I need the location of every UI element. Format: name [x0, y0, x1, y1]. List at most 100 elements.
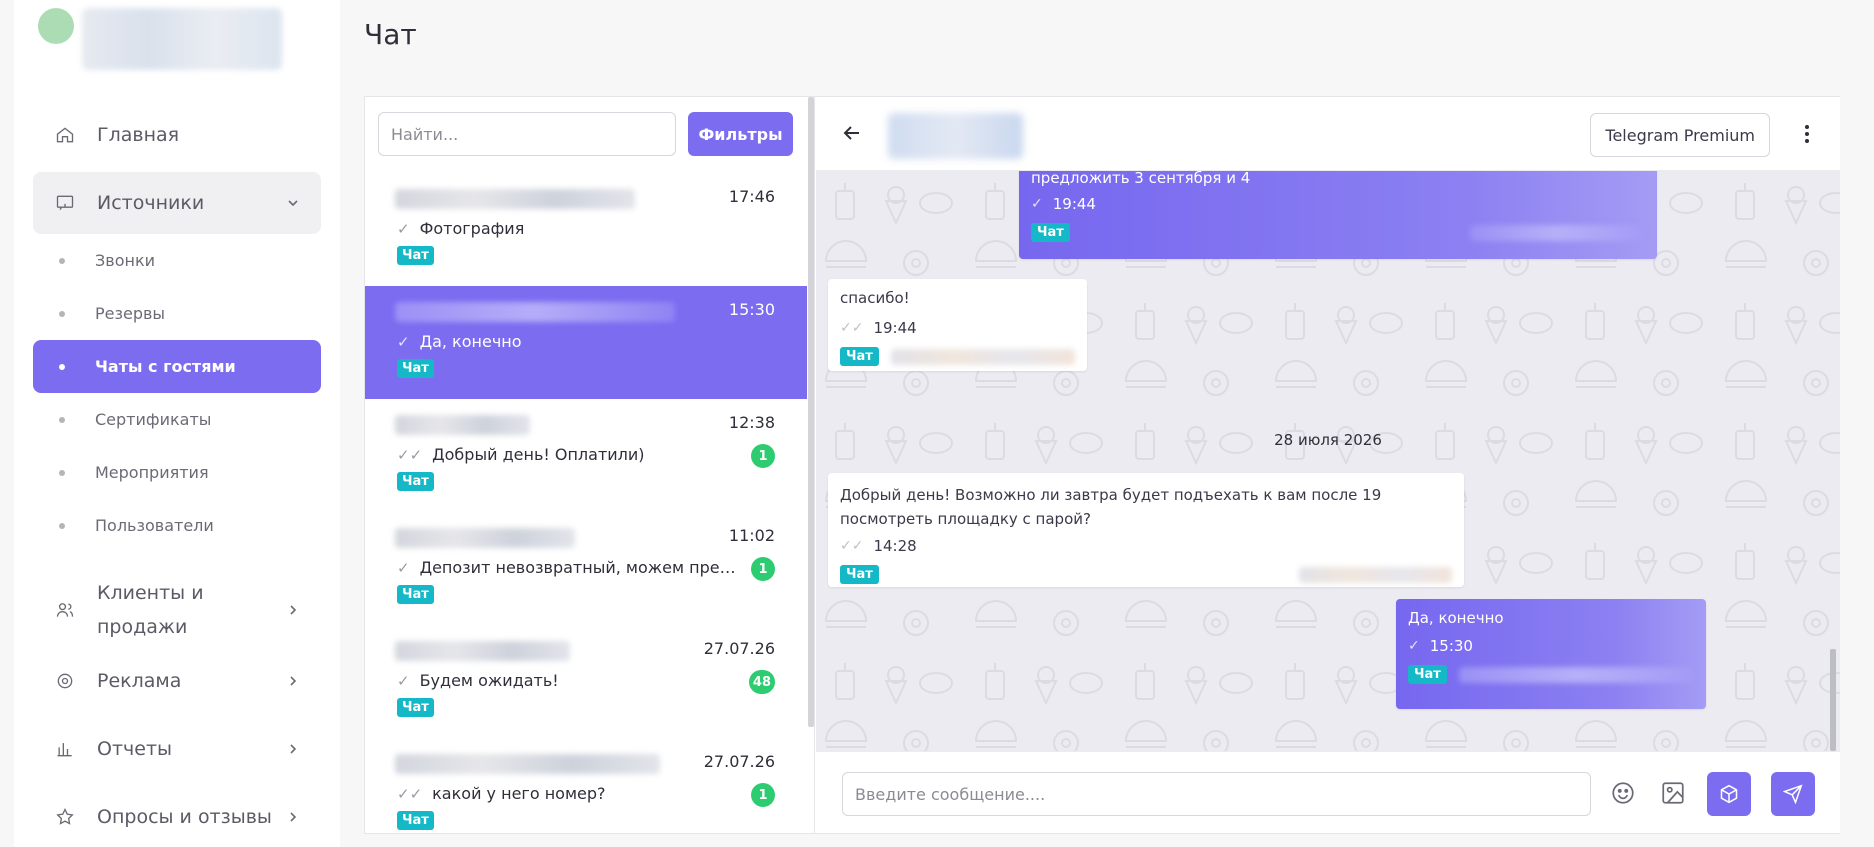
- message-bubble-incoming[interactable]: Добрый день! Возможно ли завтра будет по…: [828, 473, 1464, 587]
- conversation-list-scrollbar[interactable]: [808, 97, 814, 727]
- sidebar: Главная Источники Звонки Резервы Чаты с …: [14, 0, 340, 847]
- subnav-item-calls[interactable]: Звонки: [33, 234, 321, 287]
- sender-blurred: [1469, 224, 1645, 241]
- nav-item-sources[interactable]: Источники: [33, 172, 321, 234]
- bar-chart-icon: [53, 737, 77, 761]
- message-footer: Чат: [840, 565, 1452, 584]
- message-time: 19:44: [1052, 195, 1096, 213]
- sender-blurred: [1458, 666, 1694, 683]
- sources-submenu: Звонки Резервы Чаты с гостями Сертификат…: [33, 234, 321, 552]
- message-bubble-incoming[interactable]: спасибо! ✓✓ 19:44 Чат: [828, 279, 1087, 371]
- unread-badge: 1: [751, 444, 775, 468]
- conversation-item[interactable]: 12:38 ✓✓ Добрый день! Оплатили) 1 Чат: [365, 399, 807, 512]
- conversation-item[interactable]: 27.07.26 ✓✓ какой у него номер? 1 Чат: [365, 738, 807, 833]
- sender-blurred: [890, 348, 1075, 365]
- message-input[interactable]: [842, 772, 1591, 816]
- message-meta: ✓ 19:44: [1031, 195, 1645, 213]
- nav-label: Опросы и отзывы: [97, 806, 272, 828]
- last-message: ✓ Фотография: [397, 219, 737, 238]
- subnav-item-reserves[interactable]: Резервы: [33, 287, 321, 340]
- source-button[interactable]: Telegram Premium: [1590, 113, 1770, 157]
- message-bubble-outgoing[interactable]: Да, конечно ✓ 15:30 Чат: [1396, 599, 1706, 709]
- check-icon: ✓: [1031, 196, 1043, 212]
- star-icon: [53, 805, 77, 829]
- bullet: [59, 363, 65, 370]
- conversation-header: Telegram Premium: [816, 97, 1840, 171]
- nav-label: Главная: [97, 124, 180, 146]
- chat-panel: Фильтры 17:46 ✓Фотография Чат 15:30 ✓ Да,…: [364, 96, 1840, 834]
- message-time: 14:28: [873, 537, 917, 555]
- contact-name-blurred: [395, 415, 530, 435]
- send-icon[interactable]: [1771, 772, 1815, 816]
- bullet: [59, 522, 65, 529]
- nav-label: Реклама: [97, 670, 182, 692]
- contact-name-blurred: [395, 189, 635, 209]
- search-input[interactable]: [378, 112, 676, 156]
- subnav-label: Чаты с гостями: [95, 357, 236, 376]
- back-arrow-icon[interactable]: [838, 119, 866, 147]
- emoji-icon[interactable]: [1608, 778, 1638, 808]
- logo[interactable]: [38, 8, 288, 70]
- subnav-label: Сертификаты: [95, 410, 212, 429]
- double-check-icon: ✓✓: [397, 784, 423, 803]
- message-text: Добрый день! Возможно ли завтра будет по…: [840, 486, 1382, 528]
- more-vertical-icon[interactable]: [1802, 121, 1812, 147]
- contact-name-blurred: [395, 641, 570, 661]
- bullet: [59, 257, 65, 264]
- filters-button[interactable]: Фильтры: [688, 112, 793, 156]
- chevron-right-icon: [285, 673, 301, 689]
- messages-area: предложить 3 сентября и 4 ✓ 19:44 Чат спа…: [816, 171, 1840, 751]
- check-icon: ✓: [397, 332, 410, 351]
- target-icon: [53, 669, 77, 693]
- nav-item-home[interactable]: Главная: [33, 104, 321, 166]
- nav-item-clients[interactable]: Клиенты и продажи: [33, 570, 321, 650]
- last-message: ✓✓ какой у него номер?: [397, 784, 737, 803]
- conversation-item[interactable]: 15:30 ✓ Да, конечно Чат: [365, 286, 807, 399]
- message-footer: Чат: [1031, 223, 1645, 242]
- image-icon[interactable]: [1658, 778, 1688, 808]
- page-title: Чат: [364, 18, 417, 51]
- message-bubble-outgoing[interactable]: предложить 3 сентября и 4 ✓ 19:44 Чат: [1019, 171, 1657, 259]
- check-icon: ✓: [397, 219, 410, 238]
- monitor-icon: [53, 191, 77, 215]
- subnav-item-events[interactable]: Мероприятия: [33, 446, 321, 499]
- message-time: 15:30: [1429, 637, 1473, 655]
- conversation-item[interactable]: 27.07.26 ✓ Будем ожидать! 48 Чат: [365, 625, 807, 738]
- last-message-text: Будем ожидать!: [419, 671, 559, 690]
- nav-item-ads[interactable]: Реклама: [33, 650, 321, 712]
- chevron-right-icon: [285, 602, 301, 618]
- subnav-item-certificates[interactable]: Сертификаты: [33, 393, 321, 446]
- message-meta: ✓ 15:30: [1408, 637, 1694, 655]
- nav-item-surveys[interactable]: Опросы и отзывы: [33, 786, 321, 847]
- chevron-down-icon: [285, 195, 301, 211]
- conversation-time: 27.07.26: [703, 639, 775, 658]
- sidebar-nav: Главная Источники Звонки Резервы Чаты с …: [33, 104, 321, 847]
- message-text: предложить 3 сентября и 4: [1031, 171, 1251, 187]
- contact-name-blurred: [888, 113, 1023, 159]
- subnav-item-guest-chats[interactable]: Чаты с гостями: [33, 340, 321, 393]
- message-composer: [816, 751, 1840, 833]
- channel-tag: Чат: [397, 698, 434, 717]
- message-meta: ✓✓ 19:44: [840, 319, 1075, 337]
- last-message-text: Депозит невозвратный, можем предложить: [419, 558, 737, 577]
- sender-blurred: [1298, 566, 1452, 583]
- message-meta: ✓✓ 14:28: [840, 537, 1452, 555]
- nav-item-reports[interactable]: Отчеты: [33, 718, 321, 780]
- unread-badge: 1: [751, 557, 775, 581]
- channel-tag: Чат: [397, 585, 434, 604]
- check-icon: ✓: [1408, 638, 1420, 654]
- subnav-item-users[interactable]: Пользователи: [33, 499, 321, 552]
- conversation-time: 11:02: [728, 526, 775, 545]
- contact-name-blurred: [395, 754, 660, 774]
- conversation-item[interactable]: 11:02 ✓ Депозит невозвратный, можем предл…: [365, 512, 807, 625]
- check-icon: ✓: [397, 558, 410, 577]
- contact-name-blurred: [395, 302, 675, 322]
- last-message-text: Да, конечно: [419, 332, 522, 351]
- box-icon[interactable]: [1707, 772, 1751, 816]
- nav-label: Клиенты и продажи: [97, 582, 204, 638]
- contact-name-blurred: [395, 528, 575, 548]
- channel-tag: Чат: [840, 565, 879, 584]
- messages-scrollbar[interactable]: [1830, 649, 1836, 751]
- conversation-time: 12:38: [728, 413, 775, 432]
- conversation-item[interactable]: 17:46 ✓ Фотография Чат: [365, 173, 807, 286]
